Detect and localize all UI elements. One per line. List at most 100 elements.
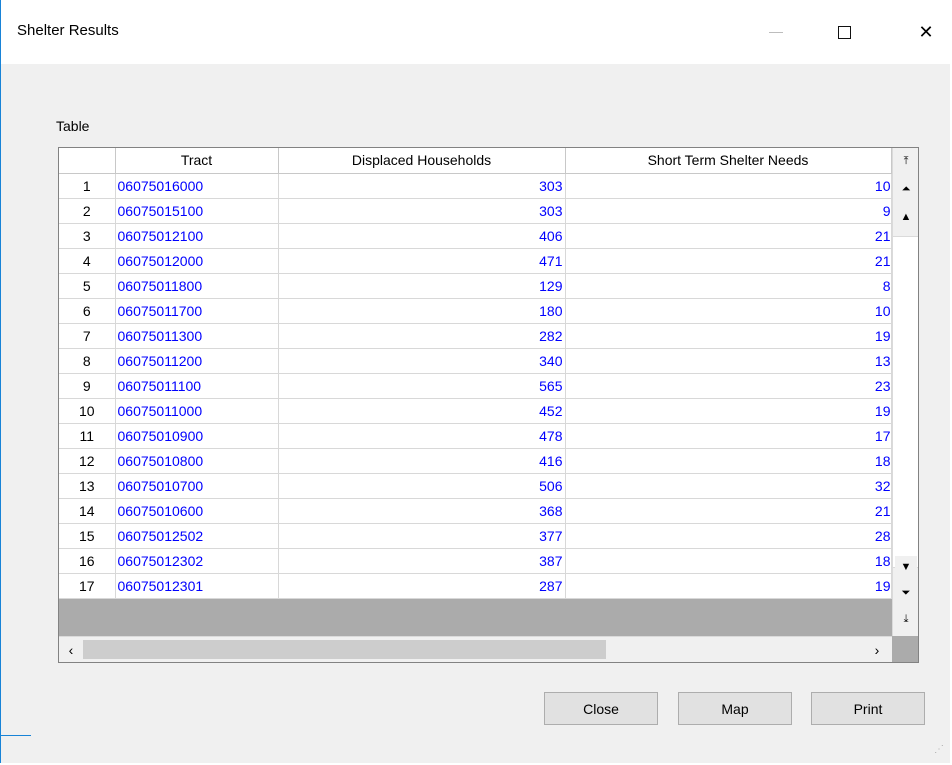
row-number[interactable]: 5: [59, 273, 116, 299]
table-row[interactable]: 17 06075012301 287 19: [59, 573, 892, 599]
cell-displaced-households[interactable]: 506: [278, 473, 566, 499]
results-grid[interactable]: Tract Displaced Households Short Term Sh…: [58, 147, 919, 663]
cell-tract[interactable]: 06075012000: [115, 248, 279, 274]
row-number[interactable]: 14: [59, 498, 116, 524]
table-row[interactable]: 10 06075011000 452 19: [59, 398, 892, 424]
table-row[interactable]: 15 06075012502 377 28: [59, 523, 892, 549]
cell-tract[interactable]: 06075012301: [115, 573, 279, 599]
cell-short-term-shelter-needs[interactable]: 19: [565, 323, 892, 349]
cell-displaced-households[interactable]: 340: [278, 348, 566, 374]
cell-tract[interactable]: 06075011300: [115, 323, 279, 349]
table-row[interactable]: 13 06075010700 506 32: [59, 473, 892, 499]
close-button[interactable]: Close: [544, 692, 658, 725]
cell-tract[interactable]: 06075010600: [115, 498, 279, 524]
table-row[interactable]: 4 06075012000 471 21: [59, 248, 892, 274]
table-row[interactable]: 5 06075011800 129 8: [59, 273, 892, 299]
cell-short-term-shelter-needs[interactable]: 8: [565, 273, 892, 299]
cell-displaced-households[interactable]: 282: [278, 323, 566, 349]
column-header-short-term-shelter-needs[interactable]: Short Term Shelter Needs: [565, 148, 892, 174]
cell-displaced-households[interactable]: 565: [278, 373, 566, 399]
cell-tract[interactable]: 06075016000: [115, 173, 279, 199]
cell-tract[interactable]: 06075011100: [115, 373, 279, 399]
table-row[interactable]: 16 06075012302 387 18: [59, 548, 892, 574]
cell-displaced-households[interactable]: 303: [278, 173, 566, 199]
map-button[interactable]: Map: [678, 692, 792, 725]
table-row[interactable]: 3 06075012100 406 21: [59, 223, 892, 249]
horizontal-scrollbar[interactable]: ‹ ›: [59, 636, 892, 662]
resize-grip-icon[interactable]: ⋰: [934, 744, 944, 755]
minimize-button[interactable]: [753, 12, 799, 52]
table-row[interactable]: 1 06075016000 303 10: [59, 173, 892, 199]
scroll-top-button[interactable]: ⤒: [895, 150, 917, 172]
close-window-button[interactable]: ✕: [903, 12, 949, 52]
scroll-down-button[interactable]: ▼: [895, 556, 917, 578]
scroll-page-down-button[interactable]: ⏷: [895, 582, 917, 604]
cell-short-term-shelter-needs[interactable]: 19: [565, 398, 892, 424]
cell-displaced-households[interactable]: 416: [278, 448, 566, 474]
cell-displaced-households[interactable]: 478: [278, 423, 566, 449]
cell-short-term-shelter-needs[interactable]: 10: [565, 173, 892, 199]
cell-short-term-shelter-needs[interactable]: 18: [565, 548, 892, 574]
cell-displaced-households[interactable]: 287: [278, 573, 566, 599]
row-number[interactable]: 3: [59, 223, 116, 249]
scroll-left-button[interactable]: ‹: [61, 640, 81, 660]
print-button[interactable]: Print: [811, 692, 925, 725]
cell-displaced-households[interactable]: 180: [278, 298, 566, 324]
cell-short-term-shelter-needs[interactable]: 23: [565, 373, 892, 399]
cell-displaced-households[interactable]: 368: [278, 498, 566, 524]
scroll-page-up-button[interactable]: ⏶: [895, 178, 917, 200]
table-row[interactable]: 11 06075010900 478 17: [59, 423, 892, 449]
vertical-scrollbar[interactable]: ⤒ ⏶ ▲ ▼ ⏷ ⤓: [892, 148, 918, 636]
scroll-up-button[interactable]: ▲: [895, 206, 917, 228]
cell-tract[interactable]: 06075011000: [115, 398, 279, 424]
maximize-button[interactable]: [821, 12, 867, 52]
cell-tract[interactable]: 06075012502: [115, 523, 279, 549]
row-number[interactable]: 15: [59, 523, 116, 549]
cell-short-term-shelter-needs[interactable]: 17: [565, 423, 892, 449]
row-number[interactable]: 2: [59, 198, 116, 224]
cell-displaced-households[interactable]: 377: [278, 523, 566, 549]
row-number[interactable]: 17: [59, 573, 116, 599]
cell-displaced-households[interactable]: 303: [278, 198, 566, 224]
horizontal-scroll-thumb[interactable]: [83, 640, 606, 659]
table-row[interactable]: 8 06075011200 340 13: [59, 348, 892, 374]
cell-short-term-shelter-needs[interactable]: 21: [565, 248, 892, 274]
cell-short-term-shelter-needs[interactable]: 21: [565, 498, 892, 524]
cell-tract[interactable]: 06075010800: [115, 448, 279, 474]
cell-short-term-shelter-needs[interactable]: 32: [565, 473, 892, 499]
cell-tract[interactable]: 06075011200: [115, 348, 279, 374]
row-number[interactable]: 16: [59, 548, 116, 574]
table-row[interactable]: 9 06075011100 565 23: [59, 373, 892, 399]
cell-tract[interactable]: 06075011700: [115, 298, 279, 324]
row-number[interactable]: 13: [59, 473, 116, 499]
cell-displaced-households[interactable]: 471: [278, 248, 566, 274]
vertical-scroll-thumb[interactable]: [893, 236, 918, 568]
cell-short-term-shelter-needs[interactable]: 18: [565, 448, 892, 474]
cell-short-term-shelter-needs[interactable]: 13: [565, 348, 892, 374]
row-number[interactable]: 11: [59, 423, 116, 449]
row-number[interactable]: 10: [59, 398, 116, 424]
row-number[interactable]: 9: [59, 373, 116, 399]
row-number[interactable]: 7: [59, 323, 116, 349]
cell-tract[interactable]: 06075015100: [115, 198, 279, 224]
cell-tract[interactable]: 06075010900: [115, 423, 279, 449]
cell-tract[interactable]: 06075012302: [115, 548, 279, 574]
scroll-bottom-button[interactable]: ⤓: [895, 608, 917, 630]
column-header-displaced-households[interactable]: Displaced Households: [278, 148, 566, 174]
cell-tract[interactable]: 06075010700: [115, 473, 279, 499]
row-number[interactable]: 1: [59, 173, 116, 199]
cell-tract[interactable]: 06075012100: [115, 223, 279, 249]
row-number[interactable]: 6: [59, 298, 116, 324]
row-number[interactable]: 8: [59, 348, 116, 374]
table-row[interactable]: 12 06075010800 416 18: [59, 448, 892, 474]
row-number[interactable]: 4: [59, 248, 116, 274]
table-row[interactable]: 14 06075010600 368 21: [59, 498, 892, 524]
table-row[interactable]: 7 06075011300 282 19: [59, 323, 892, 349]
cell-short-term-shelter-needs[interactable]: 19: [565, 573, 892, 599]
cell-displaced-households[interactable]: 406: [278, 223, 566, 249]
cell-short-term-shelter-needs[interactable]: 28: [565, 523, 892, 549]
cell-displaced-households[interactable]: 387: [278, 548, 566, 574]
cell-short-term-shelter-needs[interactable]: 9: [565, 198, 892, 224]
table-row[interactable]: 2 06075015100 303 9: [59, 198, 892, 224]
scroll-right-button[interactable]: ›: [867, 640, 887, 660]
